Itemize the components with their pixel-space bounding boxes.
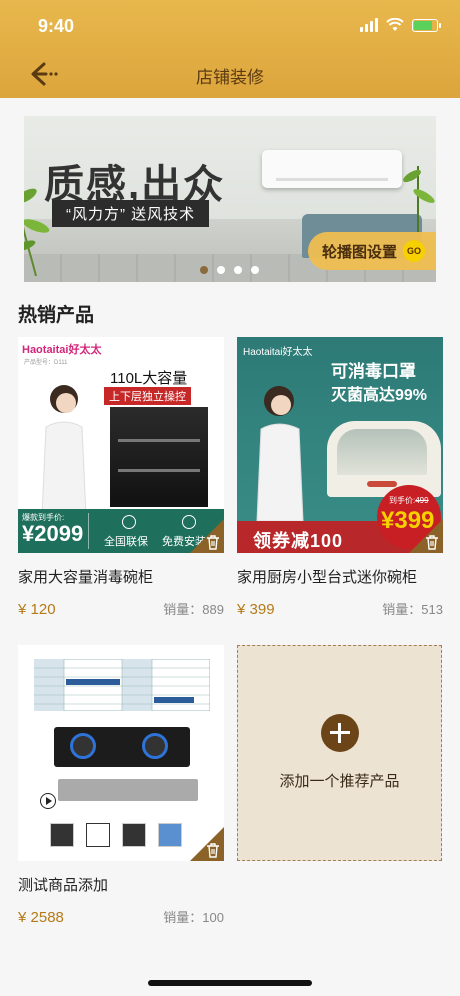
thumbnail[interactable] xyxy=(158,823,182,847)
wifi-icon xyxy=(386,18,404,31)
thumbnail[interactable] xyxy=(122,823,146,847)
plus-icon xyxy=(321,714,359,752)
product-sales: 销量：889 xyxy=(163,602,224,617)
trash-icon xyxy=(207,535,219,550)
section-title: 热销产品 xyxy=(18,305,95,326)
delete-button[interactable] xyxy=(190,827,224,861)
service-text: 全国联保 xyxy=(104,536,148,548)
product-name: 家用大容量消毒碗柜 xyxy=(18,569,154,586)
stove-side-image xyxy=(58,779,198,801)
product-card[interactable]: 测试商品添加 ¥ 2588 销量：100 xyxy=(18,645,224,926)
signal-icon xyxy=(360,18,378,32)
product-image[interactable]: Haotaitai好太太 产品型号：D111 110L大容量 上下层独立操控 爆… xyxy=(18,337,224,553)
carousel-dots xyxy=(200,266,259,274)
brand-logo: Haotaitai好太太 xyxy=(243,347,313,358)
go-icon: GO xyxy=(403,240,426,262)
divider xyxy=(88,513,89,549)
arrival-price-label: 到手价:499 xyxy=(389,496,429,505)
coupon-text: 领券减100 xyxy=(253,531,344,551)
product-image[interactable] xyxy=(18,645,224,861)
trash-icon xyxy=(426,535,438,550)
thumbnail[interactable] xyxy=(86,823,110,847)
thumbnail-strip xyxy=(50,823,182,847)
product-name: 测试商品添加 xyxy=(18,877,109,894)
banner-subtitle: “风力方” 送风技术 xyxy=(52,200,210,227)
stove-image xyxy=(54,727,190,767)
cabinet-image xyxy=(327,421,441,497)
product-sales: 销量：513 xyxy=(382,602,443,617)
burner xyxy=(142,733,168,759)
carousel-dot[interactable] xyxy=(234,266,242,274)
product-price: ¥ 120 xyxy=(18,601,56,618)
product-sales: 销量：100 xyxy=(163,910,224,925)
plant-image-right xyxy=(403,166,435,246)
headline-text: 灭菌高达99% xyxy=(331,387,428,404)
product-name: 家用厨房小型台式迷你碗柜 xyxy=(237,569,418,586)
home-indicator[interactable] xyxy=(148,980,312,986)
product-price: ¥ 399 xyxy=(237,601,275,618)
delete-button[interactable] xyxy=(409,519,443,553)
feature-text: 上下层独立操控 xyxy=(104,387,191,405)
brand-logo: Haotaitai好太太 xyxy=(22,344,102,356)
burner xyxy=(70,733,96,759)
model-woman-image xyxy=(256,386,304,521)
headline-text: 可消毒口罩 xyxy=(331,362,416,381)
banner-carousel[interactable]: 质感,出众 “风力方” 送风技术 轮播图设置 GO xyxy=(24,116,436,282)
air-conditioner-image xyxy=(262,150,402,188)
trash-icon xyxy=(207,843,219,858)
add-product-label: 添加一个推荐产品 xyxy=(279,773,400,790)
status-time: 9:40 xyxy=(38,16,75,36)
model-woman-image xyxy=(41,385,87,517)
product-price: ¥ 2588 xyxy=(18,909,64,926)
carousel-dot[interactable] xyxy=(200,266,208,274)
play-icon[interactable] xyxy=(40,793,56,809)
header-bar: 9:40 店铺装修 xyxy=(0,0,460,98)
thumbnail[interactable] xyxy=(50,823,74,847)
spec-table-image xyxy=(34,659,210,711)
promo-price: ¥2099 xyxy=(22,521,84,546)
capacity-text: 110L大容量 xyxy=(110,370,188,387)
status-icons xyxy=(360,18,441,32)
product-card[interactable]: Haotaitai好太太 可消毒口罩 灭菌高达99% 领券减100 到手价:49… xyxy=(237,337,443,618)
carousel-settings-button[interactable]: 轮播图设置 GO xyxy=(308,232,436,270)
carousel-dot[interactable] xyxy=(251,266,259,274)
page-title: 店铺装修 xyxy=(196,68,264,87)
battery-icon xyxy=(412,18,441,32)
carousel-dot[interactable] xyxy=(217,266,225,274)
model-text: 产品型号：D111 xyxy=(24,360,68,366)
carousel-settings-label: 轮播图设置 xyxy=(322,243,398,261)
product-image[interactable]: Haotaitai好太太 可消毒口罩 灭菌高达99% 领券减100 到手价:49… xyxy=(237,337,443,553)
warranty-icon xyxy=(122,515,136,529)
delete-button[interactable] xyxy=(190,519,224,553)
cabinet-image xyxy=(110,407,208,507)
add-product-button[interactable]: 添加一个推荐产品 xyxy=(237,645,442,861)
product-card[interactable]: Haotaitai好太太 产品型号：D111 110L大容量 上下层独立操控 爆… xyxy=(18,337,224,618)
